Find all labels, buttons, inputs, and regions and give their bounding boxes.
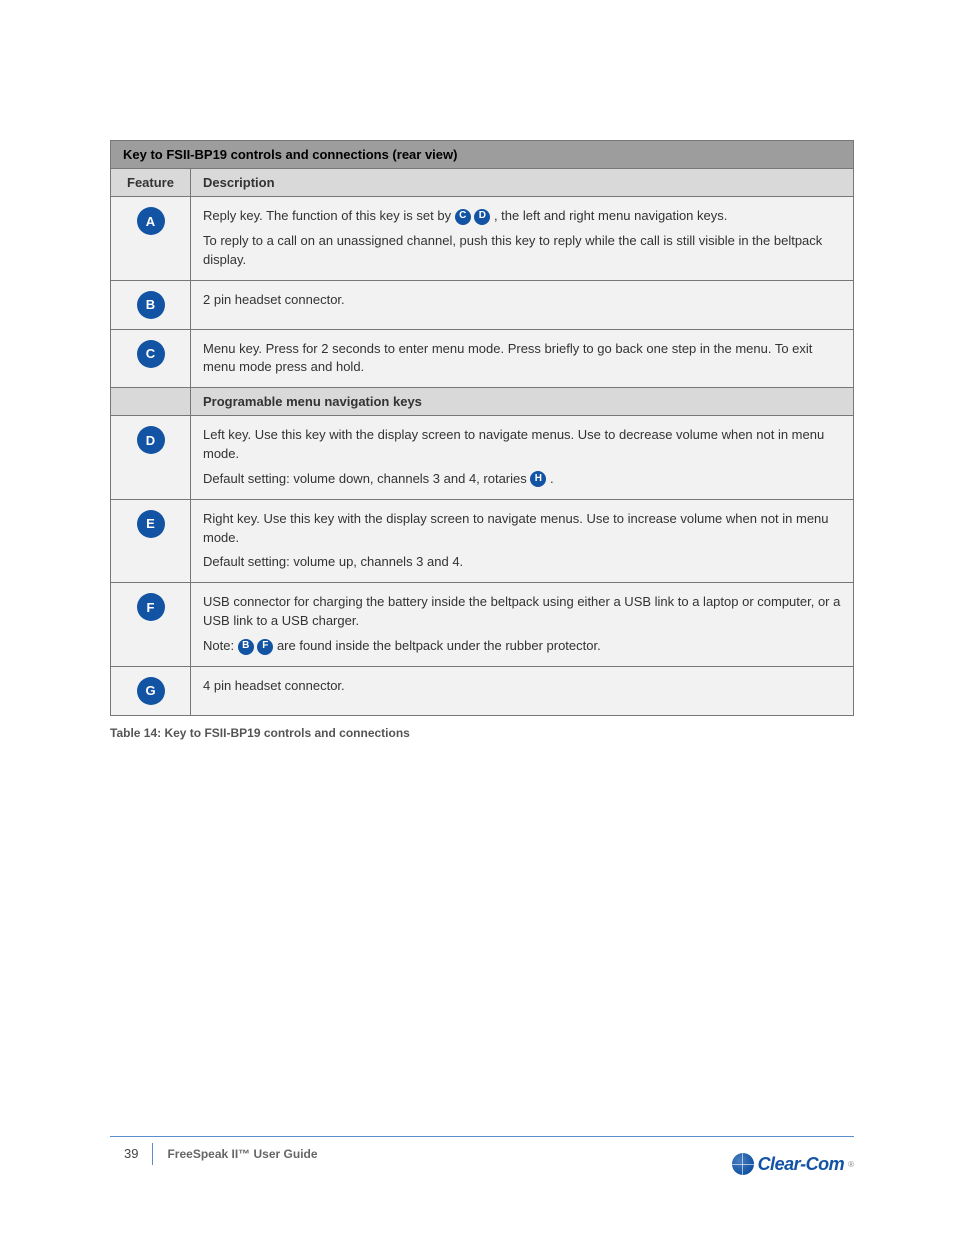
text: Menu key. Press for 2 seconds to enter m…	[203, 340, 841, 378]
controls-table: Key to FSII-BP19 controls and connection…	[110, 140, 854, 716]
ref-badge: F	[257, 639, 273, 655]
text: Default setting: volume down, channels 3…	[203, 471, 530, 486]
row-desc-cell: Menu key. Press for 2 seconds to enter m…	[191, 329, 854, 388]
ref-badge: H	[530, 471, 546, 487]
text: To reply to a call on an unassigned chan…	[203, 232, 841, 270]
key-badge: D	[137, 426, 165, 454]
key-badge: C	[137, 340, 165, 368]
ref-badge: D	[474, 209, 490, 225]
row-key-cell: F	[111, 583, 191, 667]
table-header-row: Feature Description	[111, 169, 854, 197]
doc-title: FreeSpeak II™ User Guide	[153, 1147, 317, 1161]
row-desc-cell: 2 pin headset connector.	[191, 280, 854, 329]
row-desc-cell: Reply key. The function of this key is s…	[191, 197, 854, 281]
page-content: Key to FSII-BP19 controls and connection…	[0, 0, 954, 740]
row-desc-cell: 4 pin headset connector.	[191, 666, 854, 715]
text: .	[550, 471, 554, 486]
text: Right key. Use this key with the display…	[203, 510, 841, 548]
table-row: G 4 pin headset connector.	[111, 666, 854, 715]
row-desc-cell: USB connector for charging the battery i…	[191, 583, 854, 667]
nav-header-row: Programable menu navigation keys	[111, 388, 854, 416]
text: 2 pin headset connector.	[203, 291, 841, 310]
brand-logo: Clear-Com ®	[732, 1153, 854, 1175]
globe-icon	[732, 1153, 754, 1175]
key-badge: A	[137, 207, 165, 235]
row-desc-cell: Right key. Use this key with the display…	[191, 499, 854, 583]
text: 4 pin headset connector.	[203, 677, 841, 696]
ref-badge: B	[238, 639, 254, 655]
header-description: Description	[191, 169, 854, 197]
row-key-cell: C	[111, 329, 191, 388]
key-badge: B	[137, 291, 165, 319]
table-caption: Table 14: Key to FSII-BP19 controls and …	[110, 726, 854, 740]
text: Default setting: volume up, channels 3 a…	[203, 553, 841, 572]
header-feature: Feature	[111, 169, 191, 197]
key-badge: G	[137, 677, 165, 705]
row-key-cell: B	[111, 280, 191, 329]
text: are found inside the beltpack under the …	[277, 638, 601, 653]
text: Reply key. The function of this key is s…	[203, 208, 455, 223]
text: Left key. Use this key with the display …	[203, 426, 841, 464]
row-desc-cell: Left key. Use this key with the display …	[191, 416, 854, 500]
ref-badge: C	[455, 209, 471, 225]
table-row: E Right key. Use this key with the displ…	[111, 499, 854, 583]
table-row: F USB connector for charging the battery…	[111, 583, 854, 667]
row-key-cell: G	[111, 666, 191, 715]
table-title: Key to FSII-BP19 controls and connection…	[111, 141, 854, 169]
text: Note:	[203, 638, 238, 653]
nav-header: Programable menu navigation keys	[191, 388, 854, 416]
registered-mark: ®	[848, 1160, 854, 1169]
row-key-cell: A	[111, 197, 191, 281]
table-row: A Reply key. The function of this key is…	[111, 197, 854, 281]
text: USB connector for charging the battery i…	[203, 593, 841, 631]
key-badge: E	[137, 510, 165, 538]
brand-text: Clear-Com	[758, 1154, 845, 1175]
page-number: 39	[110, 1143, 153, 1165]
row-key-cell: E	[111, 499, 191, 583]
table-row: C Menu key. Press for 2 seconds to enter…	[111, 329, 854, 388]
text: , the left and right menu navigation key…	[494, 208, 727, 223]
row-key-cell: D	[111, 416, 191, 500]
table-title-row: Key to FSII-BP19 controls and connection…	[111, 141, 854, 169]
table-row: D Left key. Use this key with the displa…	[111, 416, 854, 500]
key-badge: F	[137, 593, 165, 621]
table-row: B 2 pin headset connector.	[111, 280, 854, 329]
